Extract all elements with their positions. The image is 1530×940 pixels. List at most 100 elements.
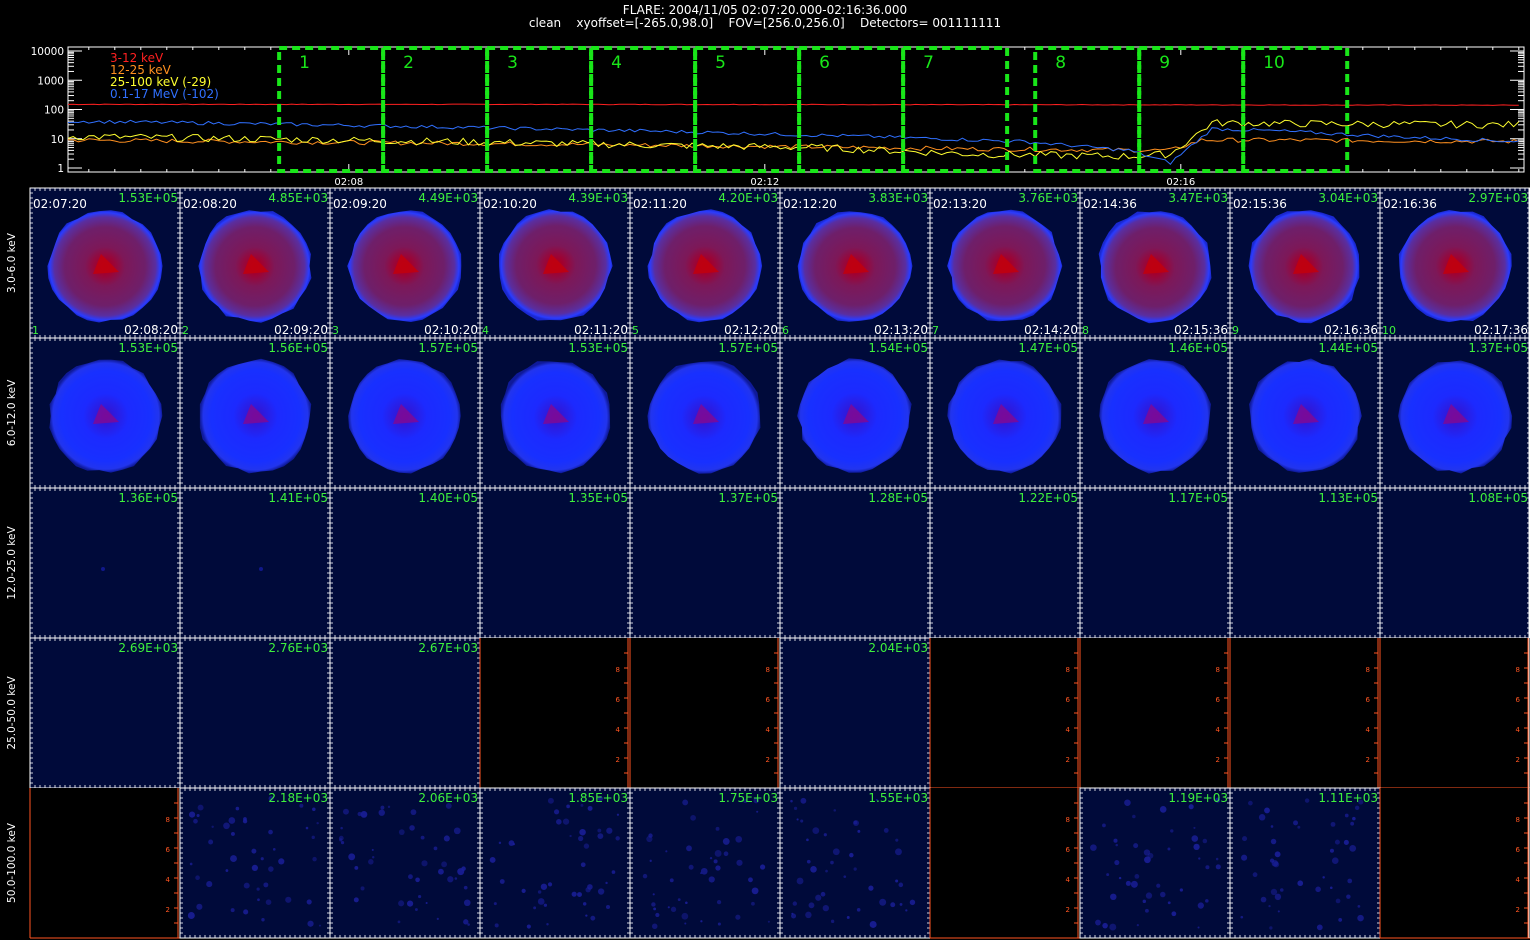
noise-speck [187, 912, 195, 919]
image-panel: 2 4 6 8 [929, 638, 1080, 789]
noise-speck [312, 807, 316, 812]
noise-speck [230, 908, 235, 913]
noise-speck [611, 870, 616, 874]
noise-speck [540, 883, 548, 890]
image-panel: 4.20E+03 02:11:20 02:12:20 5 [629, 187, 781, 339]
peak-value-label: 1.57E+05 [418, 341, 478, 355]
image-grid: 3.0-6.0 keV 1.53E+05 02:07:20 02:08:20 1 4.85… [6, 187, 1530, 939]
peak-value-label: 2.97E+03 [1468, 191, 1528, 205]
empty-axis-label: 6 [1516, 696, 1521, 704]
end-time-label: 02:15:36 [1174, 323, 1228, 337]
image-panel: 1.44E+05 [1229, 337, 1381, 489]
noise-speck [342, 808, 349, 815]
peak-value-label: 1.35E+05 [568, 491, 628, 505]
noise-speck [605, 904, 611, 910]
panel-background [930, 488, 1080, 638]
noise-speck [605, 881, 608, 885]
empty-panel [30, 788, 180, 938]
peak-value-label: 2.18E+03 [268, 791, 328, 805]
image-panel: 1.40E+05 [329, 487, 481, 639]
end-time-label: 02:13:20 [874, 323, 928, 337]
peak-value-label: 1.47E+05 [1018, 341, 1078, 355]
noise-speck [467, 923, 470, 926]
noise-speck [371, 848, 374, 852]
noise-speck [463, 899, 471, 907]
noise-speck [546, 922, 549, 926]
peak-value-label: 1.28E+05 [868, 491, 928, 505]
row-energy-label: 50.0-100.0 keV [6, 822, 18, 903]
peak-value-label: 1.40E+05 [418, 491, 478, 505]
peak-value-label: 2.67E+03 [418, 641, 478, 655]
noise-speck [454, 877, 458, 880]
noise-speck [243, 909, 249, 915]
peak-value-label: 3.47E+03 [1168, 191, 1228, 205]
image-panel: 2.06E+03 [329, 787, 481, 939]
image-panel: 1.17E+05 [1079, 487, 1231, 639]
empty-axis-label: 4 [1516, 726, 1521, 734]
noise-speck [590, 915, 596, 921]
noise-speck [606, 827, 613, 834]
image-panel: 1.53E+05 02:07:20 02:08:20 1 [29, 187, 181, 339]
noise-speck [578, 835, 584, 842]
empty-axis-label: 2 [1516, 756, 1520, 764]
interval-index-label: 3 [332, 324, 339, 337]
peak-value-label: 2.06E+03 [418, 791, 478, 805]
peak-value-label: 1.56E+05 [268, 341, 328, 355]
row-energy-label: 6.0-12.0 keV [6, 379, 18, 446]
start-time-label: 02:07:20 [33, 197, 87, 211]
panel-background [780, 488, 930, 638]
noise-speck [261, 918, 265, 922]
empty-axis-label: 6 [766, 696, 771, 704]
noise-speck [585, 914, 588, 917]
image-panel: 1.47E+05 [929, 337, 1081, 489]
noise-speck [268, 866, 274, 872]
image-panel: 1.08E+05 [1379, 487, 1530, 639]
noise-speck [494, 923, 499, 928]
noise-speck [243, 882, 250, 889]
image-panel: 1.57E+05 [329, 337, 481, 489]
faint-source [259, 567, 263, 571]
row-energy-label: 12.0-25.0 keV [6, 526, 18, 600]
start-time-label: 02:12:20 [783, 197, 837, 211]
empty-axis-label: 6 [1366, 696, 1371, 704]
noise-speck [441, 861, 447, 868]
noise-speck [235, 806, 240, 811]
noise-speck [360, 886, 365, 891]
noise-speck [195, 875, 200, 881]
row-energy-label: 3.0-6.0 keV [6, 232, 18, 293]
noise-speck [316, 821, 319, 825]
image-panel: 2.76E+03 [179, 637, 331, 789]
peak-value-label: 1.53E+05 [118, 191, 178, 205]
empty-axis-label: 8 [616, 666, 620, 674]
noise-speck [340, 840, 345, 845]
noise-speck [230, 855, 237, 863]
image-panel: 1.54E+05 [779, 337, 931, 489]
panel-background [30, 488, 180, 638]
empty-axis-label: 2 [1066, 756, 1070, 764]
noise-speck [397, 920, 401, 924]
noise-speck [340, 826, 343, 830]
noise-speck [398, 829, 405, 836]
noise-speck [425, 902, 428, 905]
noise-speck [571, 891, 577, 897]
end-time-label: 02:14:20 [1024, 323, 1078, 337]
image-panel: 2 4 6 8 [629, 638, 780, 789]
peak-value-label: 1.53E+05 [118, 341, 178, 355]
noise-speck [307, 920, 314, 927]
interval-index-label: 1 [32, 324, 39, 337]
start-time-label: 02:11:20 [633, 197, 687, 211]
noise-speck [498, 841, 502, 845]
noise-speck [597, 828, 602, 833]
noise-speck [421, 860, 428, 867]
peak-value-label: 1.36E+05 [118, 491, 178, 505]
peak-value-label: 1.13E+05 [1318, 491, 1378, 505]
empty-axis-label: 4 [1216, 726, 1221, 734]
empty-panel [930, 638, 1080, 788]
peak-value-label: 1.37E+05 [1468, 341, 1528, 355]
noise-speck [348, 853, 356, 861]
noise-speck [257, 898, 260, 902]
noise-speck [371, 856, 375, 859]
empty-axis-label: 6 [166, 846, 171, 854]
interval-index-label: 6 [782, 324, 789, 337]
empty-axis-label: 4 [1366, 726, 1371, 734]
